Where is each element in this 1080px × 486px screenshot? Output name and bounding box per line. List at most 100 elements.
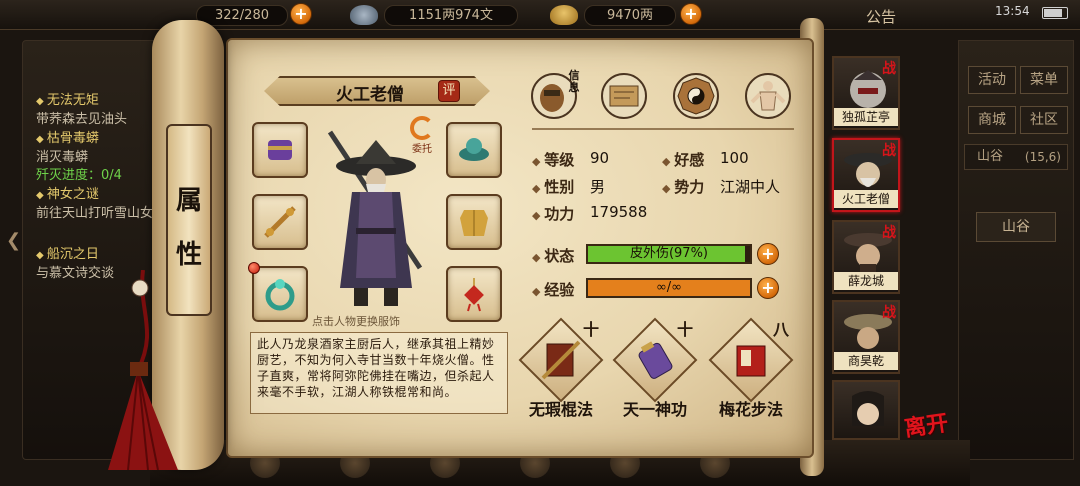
location-name: 山谷 [977, 149, 1004, 164]
gender-value: 男 [590, 178, 606, 196]
skill-level: 十 [677, 320, 694, 339]
new-item-dot [248, 262, 260, 274]
stamina-display: 322/280 [196, 5, 288, 26]
book-manual-icon [736, 345, 766, 377]
status-text: 皮外伤(97%) [629, 246, 709, 261]
silver-ingot-icon [350, 5, 378, 25]
top-resource-bar: 322/280 + 1151两974文 9470两 + 公告 13:54 [0, 0, 1080, 30]
meridian-figure-icon[interactable] [744, 72, 792, 120]
skill-level: 八 [773, 320, 790, 339]
attribute-tab-char: 属 [175, 186, 202, 216]
map-scroll-icon[interactable] [600, 72, 648, 120]
skill-name: 无瑕棍法 [528, 400, 593, 419]
status-bar: 皮外伤(97%) [586, 244, 752, 264]
community-button[interactable]: 社区 [1020, 106, 1068, 134]
gender-label: 性别 [532, 176, 574, 197]
evaluate-button[interactable]: 评 [438, 80, 460, 102]
companion-card-selected[interactable]: 战 火工老僧 [832, 138, 900, 212]
skill-name: 梅花步法 [718, 400, 783, 419]
quest-desc: 前往天山打听雪山女 [36, 206, 154, 221]
power-value: 179588 [590, 203, 648, 221]
add-gold-button[interactable]: + [680, 3, 702, 25]
battle-badge: 战 [882, 305, 896, 321]
quest-item[interactable]: 枯骨毒蟒 消灭毒蟒 歼灭进度：0/4 [36, 130, 122, 185]
clock: 13:54 [995, 4, 1030, 18]
staff-icon [264, 206, 296, 238]
battle-badge: 战 [882, 61, 896, 77]
quest-item[interactable]: 神女之谜 前往天山打听雪山女 [36, 186, 153, 223]
battle-badge: 战 [882, 143, 896, 159]
favor-label: 好感 [662, 149, 704, 170]
quest-progress: 歼灭进度：0/4 [36, 168, 122, 183]
exp-bar: ∞/∞ [586, 278, 752, 298]
faction-value: 江湖中人 [720, 178, 781, 196]
heal-button[interactable]: + [757, 243, 779, 265]
faction-label: 势力 [662, 176, 704, 197]
attribute-tab-char: 性 [175, 240, 202, 270]
companion-name: 商昊乾 [834, 352, 898, 370]
status-label: 状态 [532, 245, 574, 266]
info-badge: 信息 [568, 69, 580, 94]
quest-title: 枯骨毒蟒 [36, 131, 99, 146]
collapse-arrow-icon[interactable]: ❮ [6, 230, 21, 252]
add-stamina-button[interactable]: + [290, 3, 312, 25]
change-outfit-hint: 点击人物更换服饰 [312, 315, 400, 328]
favor-value: 100 [720, 149, 749, 167]
gold-value: 9470两 [606, 8, 654, 23]
companion-name: 薛龙城 [834, 272, 898, 290]
level-label: 等级 [532, 149, 574, 170]
leave-button[interactable]: 离开 [902, 405, 950, 443]
skill-level: 十 [583, 320, 600, 339]
location-button[interactable]: 山谷 [976, 212, 1056, 242]
section-divider [532, 128, 794, 130]
equip-slot-armor[interactable] [446, 194, 502, 250]
jade-ring-icon [265, 279, 295, 311]
power-label: 功力 [532, 203, 574, 224]
companion-card[interactable]: 战 独孤芷亭 [832, 56, 900, 130]
quest-desc: 带荞森去见油头 [36, 112, 128, 127]
npc-biography: 此人乃龙泉酒家主厨后人，继承其祖上精妙厨艺，不知为何入寺甘当数十年烧火僧。性子直… [250, 332, 508, 414]
companion-card[interactable]: 战 薛龙城 [832, 220, 900, 294]
location-coord: (15,6) [1024, 150, 1061, 164]
npc-name: 火工老僧 [336, 85, 404, 105]
companion-card[interactable] [832, 380, 900, 440]
tassel-ornament [108, 270, 178, 470]
level-value: 90 [590, 149, 610, 167]
stamina-value: 322/280 [214, 8, 269, 23]
equip-slot-hat[interactable] [446, 122, 502, 178]
hat-icon [459, 138, 489, 161]
quest-title: 神女之谜 [36, 187, 99, 202]
companion-card[interactable]: 战 商昊乾 [832, 300, 900, 374]
companion-portrait [852, 391, 884, 426]
shop-button[interactable]: 商城 [968, 106, 1016, 134]
notice-button[interactable]: 公告 [866, 6, 896, 27]
gold-ingot-icon [550, 5, 578, 25]
quest-desc: 消灭毒蟒 [36, 150, 89, 165]
knot-charm-icon [464, 278, 484, 312]
equip-slot-gloves[interactable] [252, 122, 308, 178]
quest-title: 船沉之日 [36, 247, 99, 262]
activity-button[interactable]: 活动 [968, 66, 1016, 94]
add-exp-button[interactable]: + [757, 277, 779, 299]
exp-text: ∞/∞ [655, 280, 683, 295]
quest-item[interactable]: 无法无矩 带荞森去见油头 [36, 92, 127, 129]
menu-button[interactable]: 菜单 [1020, 66, 1068, 94]
staff-manual-icon [541, 340, 581, 380]
exp-label: 经验 [532, 279, 574, 300]
npc-portrait[interactable] [316, 118, 436, 310]
companion-name: 火工老僧 [834, 190, 898, 208]
battle-badge: 战 [882, 225, 896, 241]
money-display: 1151两974文 [384, 5, 518, 26]
location-display: 山谷 (15,6) [964, 144, 1068, 170]
gloves-icon [268, 140, 292, 160]
money-value: 1151两974文 [409, 8, 493, 23]
companion-name: 独孤芷亭 [834, 108, 898, 126]
bagua-icon[interactable] [672, 72, 720, 120]
gold-display: 9470两 [584, 5, 676, 26]
skill-name: 天一神功 [622, 400, 687, 419]
right-menu-panel [958, 40, 1074, 460]
equip-slot-weapon[interactable] [252, 194, 308, 250]
quest-title: 无法无矩 [36, 93, 99, 108]
armor-icon [460, 210, 488, 236]
scroll-manual-icon [638, 341, 673, 379]
